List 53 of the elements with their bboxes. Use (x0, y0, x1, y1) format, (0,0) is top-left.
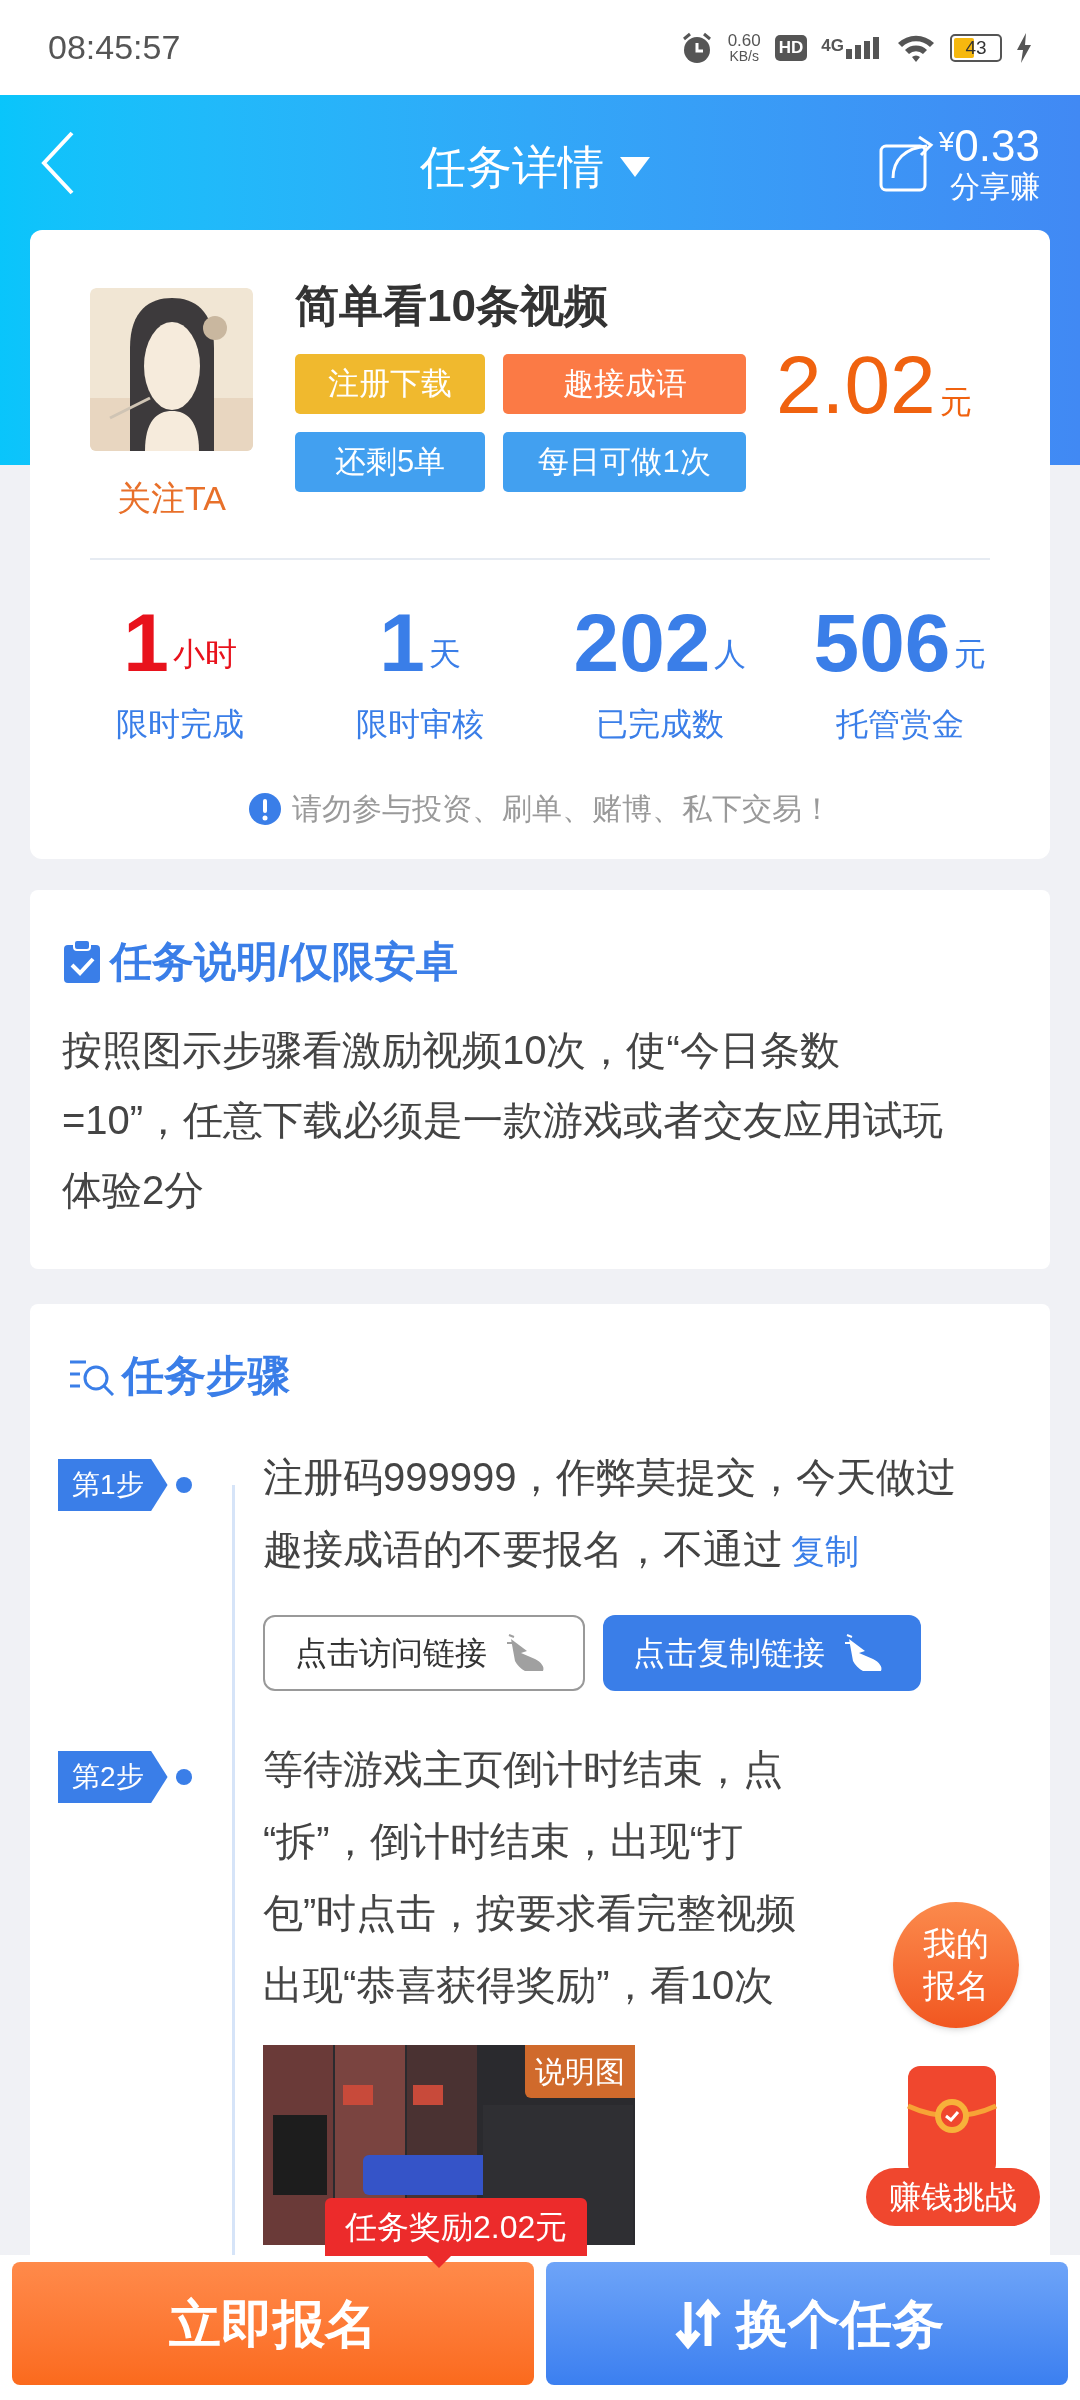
stat-label: 限时完成 (116, 705, 244, 744)
task-price: 2.02 (776, 344, 936, 426)
step-text: 注册码999999，作弊莫提交，今天做过趣接成语的不要报名，不通过 复制 (263, 1441, 962, 1587)
task-tag: 注册下载 (295, 354, 485, 414)
charging-icon (1016, 32, 1032, 63)
share-icon (878, 133, 935, 192)
warning-icon (248, 791, 282, 826)
stat-value: 202 (573, 602, 711, 684)
task-title: 简单看10条视频 (295, 284, 609, 328)
caret-icon (620, 156, 650, 179)
stat-value: 1 (123, 602, 169, 684)
stat-unit: 元 (954, 638, 987, 670)
stat-label: 托管赏金 (836, 705, 964, 744)
step-text-line: “拆”，倒计时结束，出现“打 (263, 1818, 743, 1865)
section-title: 任务步骤 (122, 1351, 290, 1401)
copy-link[interactable]: 复制 (791, 1515, 859, 1587)
back-icon (40, 129, 76, 196)
reward-tooltip: 任务奖励2.02元 (325, 2198, 588, 2256)
network-speed-unit: KB/s (729, 49, 759, 63)
stat-unit: 天 (428, 638, 461, 670)
section-title: 任务说明/仅限安卓 (110, 937, 458, 987)
stat-label: 已完成数 (596, 705, 724, 744)
challenge-button[interactable]: 赚钱挑战 (866, 2066, 1040, 2226)
task-tag: 趣接成语 (503, 354, 746, 414)
stat-value: 1 (379, 602, 425, 684)
step-text-line: 出现“恭喜获得奖励”，看10次 (263, 1962, 775, 2009)
network-speed: 0.60 (727, 32, 761, 49)
follow-link[interactable]: 关注TA (117, 473, 226, 524)
step-text-line: 包”时点击，按要求看完整视频 (263, 1890, 797, 1937)
link-button[interactable]: 点击访问链接 (263, 1615, 585, 1691)
step-text-line: 等待游戏主页倒计时结束，点 (263, 1746, 783, 1793)
signup-button[interactable]: 立即报名 (12, 2262, 534, 2385)
network-type: 4G (821, 36, 844, 54)
share-earn-button[interactable]: ¥0.33 分享赚 (878, 123, 1040, 202)
stat-label: 限时审核 (356, 705, 484, 744)
signal-icon (846, 36, 882, 59)
stat-unit: 小时 (172, 638, 237, 670)
image-caption: 说明图 (525, 2045, 635, 2098)
hd-badge: HD (774, 34, 808, 61)
step-badge: 第2步 (58, 1751, 168, 1803)
title-dropdown[interactable]: 任务详情 (420, 133, 650, 202)
price-unit: 元 (939, 383, 972, 422)
step-badge: 第1步 (58, 1459, 168, 1511)
description-text: 按照图示步骤看激励视频10次，使“今日条数=10”，任意下载必须是一款游戏或者交友应用试玩体验2分 (62, 1027, 945, 1214)
warning-text: 请勿参与投资、刷单、赌博、私下交易！ (292, 791, 832, 827)
task-tag: 还剩5单 (295, 432, 485, 492)
switch-task-button[interactable]: 换个任务 (546, 2262, 1068, 2385)
status-time: 08:45:57 (48, 27, 181, 68)
stat-value: 506 (813, 602, 951, 684)
link-button[interactable]: 点击复制链接 (603, 1615, 921, 1691)
clipboard-check-icon (62, 938, 102, 985)
task-tag: 每日可做1次 (503, 432, 746, 492)
stat-unit: 人 (714, 638, 747, 670)
